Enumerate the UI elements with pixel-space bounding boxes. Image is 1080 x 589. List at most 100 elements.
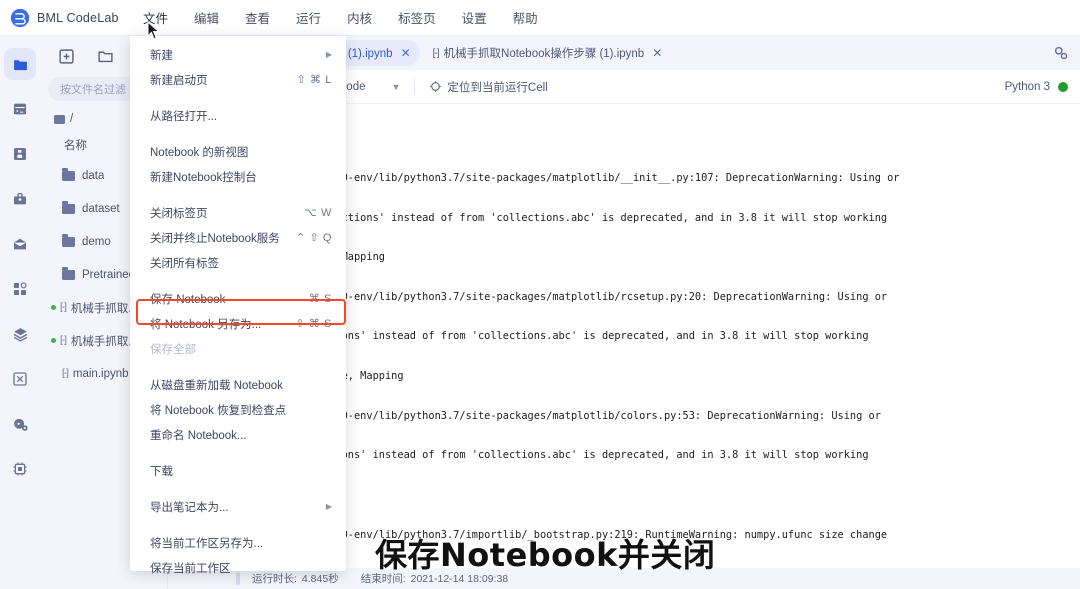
dd-label: 新建Notebook控制台 [150, 171, 257, 184]
menu-help[interactable]: 帮助 [500, 0, 551, 35]
brand: BML CodeLab [0, 8, 130, 28]
dd-label: 关闭并终止Notebook服务 [150, 232, 280, 245]
menu-edit[interactable]: 编辑 [181, 0, 232, 35]
dd-new-notebook-console[interactable]: 新建Notebook控制台 [130, 164, 346, 189]
dd-shortcut: ⌥ W [304, 207, 332, 219]
notebook-icon: [-] [62, 368, 69, 379]
file-menu-dropdown: 新建 ▶ 新建启动页 ⇧ ⌘ L 从路径打开... Notebook 的新视图 … [130, 36, 346, 575]
dd-revert-to-checkpoint[interactable]: 将 Notebook 恢复到检查点 [130, 397, 346, 422]
file-name: demo [82, 235, 111, 248]
dd-shortcut: ⇧ ⌘ L [296, 74, 332, 86]
download-box-icon [13, 372, 27, 386]
kernel-indicator[interactable]: Python 3 [1005, 81, 1068, 93]
notebook-icon: [-] [60, 335, 67, 346]
settings-gears-icon[interactable] [1052, 44, 1070, 62]
locate-running-cell-button[interactable]: 定位到当前运行Cell [429, 79, 548, 95]
left-icon-rail [0, 36, 40, 589]
cloud-config-icon [13, 418, 28, 431]
folder-icon [62, 168, 75, 181]
dd-label: 将 Notebook 恢复到检查点 [150, 404, 287, 417]
rail-resources[interactable] [4, 453, 36, 485]
bml-logo-icon [10, 8, 30, 27]
rail-messages[interactable] [4, 228, 36, 260]
locate-label: 定位到当前运行Cell [447, 81, 548, 94]
rail-running[interactable] [4, 93, 36, 125]
new-folder-button[interactable] [97, 48, 114, 65]
folder-icon [13, 59, 27, 70]
dd-export-notebook-as[interactable]: 导出笔记本为... ▶ [130, 494, 346, 519]
dd-rename-notebook[interactable]: 重命名 Notebook... [130, 422, 346, 447]
layers-icon [13, 327, 27, 342]
dd-label: 关闭所有标签 [150, 257, 219, 270]
dd-save-notebook[interactable]: 保存 Notebook ⌘ S [130, 286, 346, 311]
menu-divider [130, 92, 346, 103]
dd-label: 从路径打开... [150, 110, 218, 123]
menu-settings[interactable]: 设置 [449, 0, 500, 35]
menu-view[interactable]: 查看 [232, 0, 283, 35]
dd-label: 新建 [150, 49, 173, 62]
dd-save-workspace[interactable]: 保存当前工作区 [130, 555, 346, 580]
kernel-name: Python 3 [1004, 80, 1050, 93]
chevron-right-icon: ▶ [325, 50, 332, 59]
toolbox-icon [14, 193, 26, 205]
cpu-icon [13, 462, 27, 476]
tab-notebook-steps[interactable]: [-] 机械手抓取Notebook操作步骤 (1).ipynb ✕ [424, 40, 672, 66]
menu-divider [130, 361, 346, 372]
brand-name: BML CodeLab [37, 10, 119, 25]
dd-close-shutdown[interactable]: 关闭并终止Notebook服务 ⌃ ⇧ Q [130, 225, 346, 250]
notebook-icon: [-] [60, 302, 67, 313]
menu-divider [130, 580, 346, 589]
rail-versions[interactable] [4, 138, 36, 170]
rail-cloud[interactable] [4, 408, 36, 440]
dd-new[interactable]: 新建 ▶ [130, 42, 346, 67]
menu-divider [130, 128, 346, 139]
menu-kernel[interactable]: 内核 [334, 0, 385, 35]
new-launcher-button[interactable] [58, 48, 75, 65]
dd-close-tab[interactable]: 关闭标签页 ⌥ W [130, 200, 346, 225]
dd-download[interactable]: 下载 [130, 458, 346, 483]
dd-open-from-path[interactable]: 从路径打开... [130, 103, 346, 128]
chevron-down-icon: ▼ [391, 81, 401, 92]
dd-label: 从磁盘重新加载 Notebook [150, 379, 283, 392]
rail-download[interactable] [4, 363, 36, 395]
rail-extensions[interactable] [4, 273, 36, 305]
dd-label: 关闭标签页 [150, 207, 208, 220]
cell-type-select[interactable]: Code ▼ [338, 81, 400, 93]
breadcrumb-path: / [70, 113, 74, 125]
dd-new-notebook-view[interactable]: Notebook 的新视图 [130, 139, 346, 164]
close-icon[interactable]: ✕ [401, 46, 411, 60]
rail-layers[interactable] [4, 318, 36, 350]
chevron-right-icon: ▶ [325, 502, 332, 511]
dd-label: 保存当前工作区 [150, 562, 231, 575]
dd-label: 重命名 Notebook... [150, 429, 247, 442]
breadcrumb-folder-icon [54, 114, 65, 124]
mouse-cursor-icon [147, 21, 160, 40]
close-icon[interactable]: ✕ [652, 46, 662, 60]
extensions-icon [14, 282, 27, 295]
overlay-caption: 保存Notebook并关闭 [375, 536, 716, 574]
dd-label: 新建启动页 [150, 74, 208, 87]
dd-label: 保存 Notebook [150, 293, 226, 306]
codelab-window: BML CodeLab 文件 编辑 查看 运行 内核 标签页 设置 帮助 按文件… [0, 0, 1080, 589]
menu-divider [130, 447, 346, 458]
dd-label: Notebook 的新视图 [150, 146, 249, 159]
notebook-icon: [-] [432, 47, 440, 59]
dd-close-all-tabs[interactable]: 关闭所有标签 [130, 250, 346, 275]
rail-file-browser[interactable] [4, 48, 36, 80]
dd-new-launcher[interactable]: 新建启动页 ⇧ ⌘ L [130, 67, 346, 92]
folder-icon [62, 267, 75, 280]
dd-shortcut: ⇧ ⌘ S [295, 318, 332, 330]
unsaved-dot-icon [51, 305, 56, 310]
locate-target-icon [430, 81, 442, 92]
dd-label: 导出笔记本为... [150, 501, 229, 514]
dd-save-workspace-as[interactable]: 将当前工作区另存为... [130, 530, 346, 555]
toolbar-divider [414, 79, 416, 94]
menu-item-list: 文件 编辑 查看 运行 内核 标签页 设置 帮助 [130, 0, 551, 35]
dd-save-notebook-as[interactable]: 将 Notebook 另存为... ⇧ ⌘ S [130, 311, 346, 336]
menu-run[interactable]: 运行 [283, 0, 334, 35]
file-name: data [82, 169, 105, 182]
dd-reload-from-disk[interactable]: 从磁盘重新加载 Notebook [130, 372, 346, 397]
rail-toolbox[interactable] [4, 183, 36, 215]
running-terminals-icon [14, 103, 26, 115]
menu-tabs[interactable]: 标签页 [385, 0, 449, 35]
